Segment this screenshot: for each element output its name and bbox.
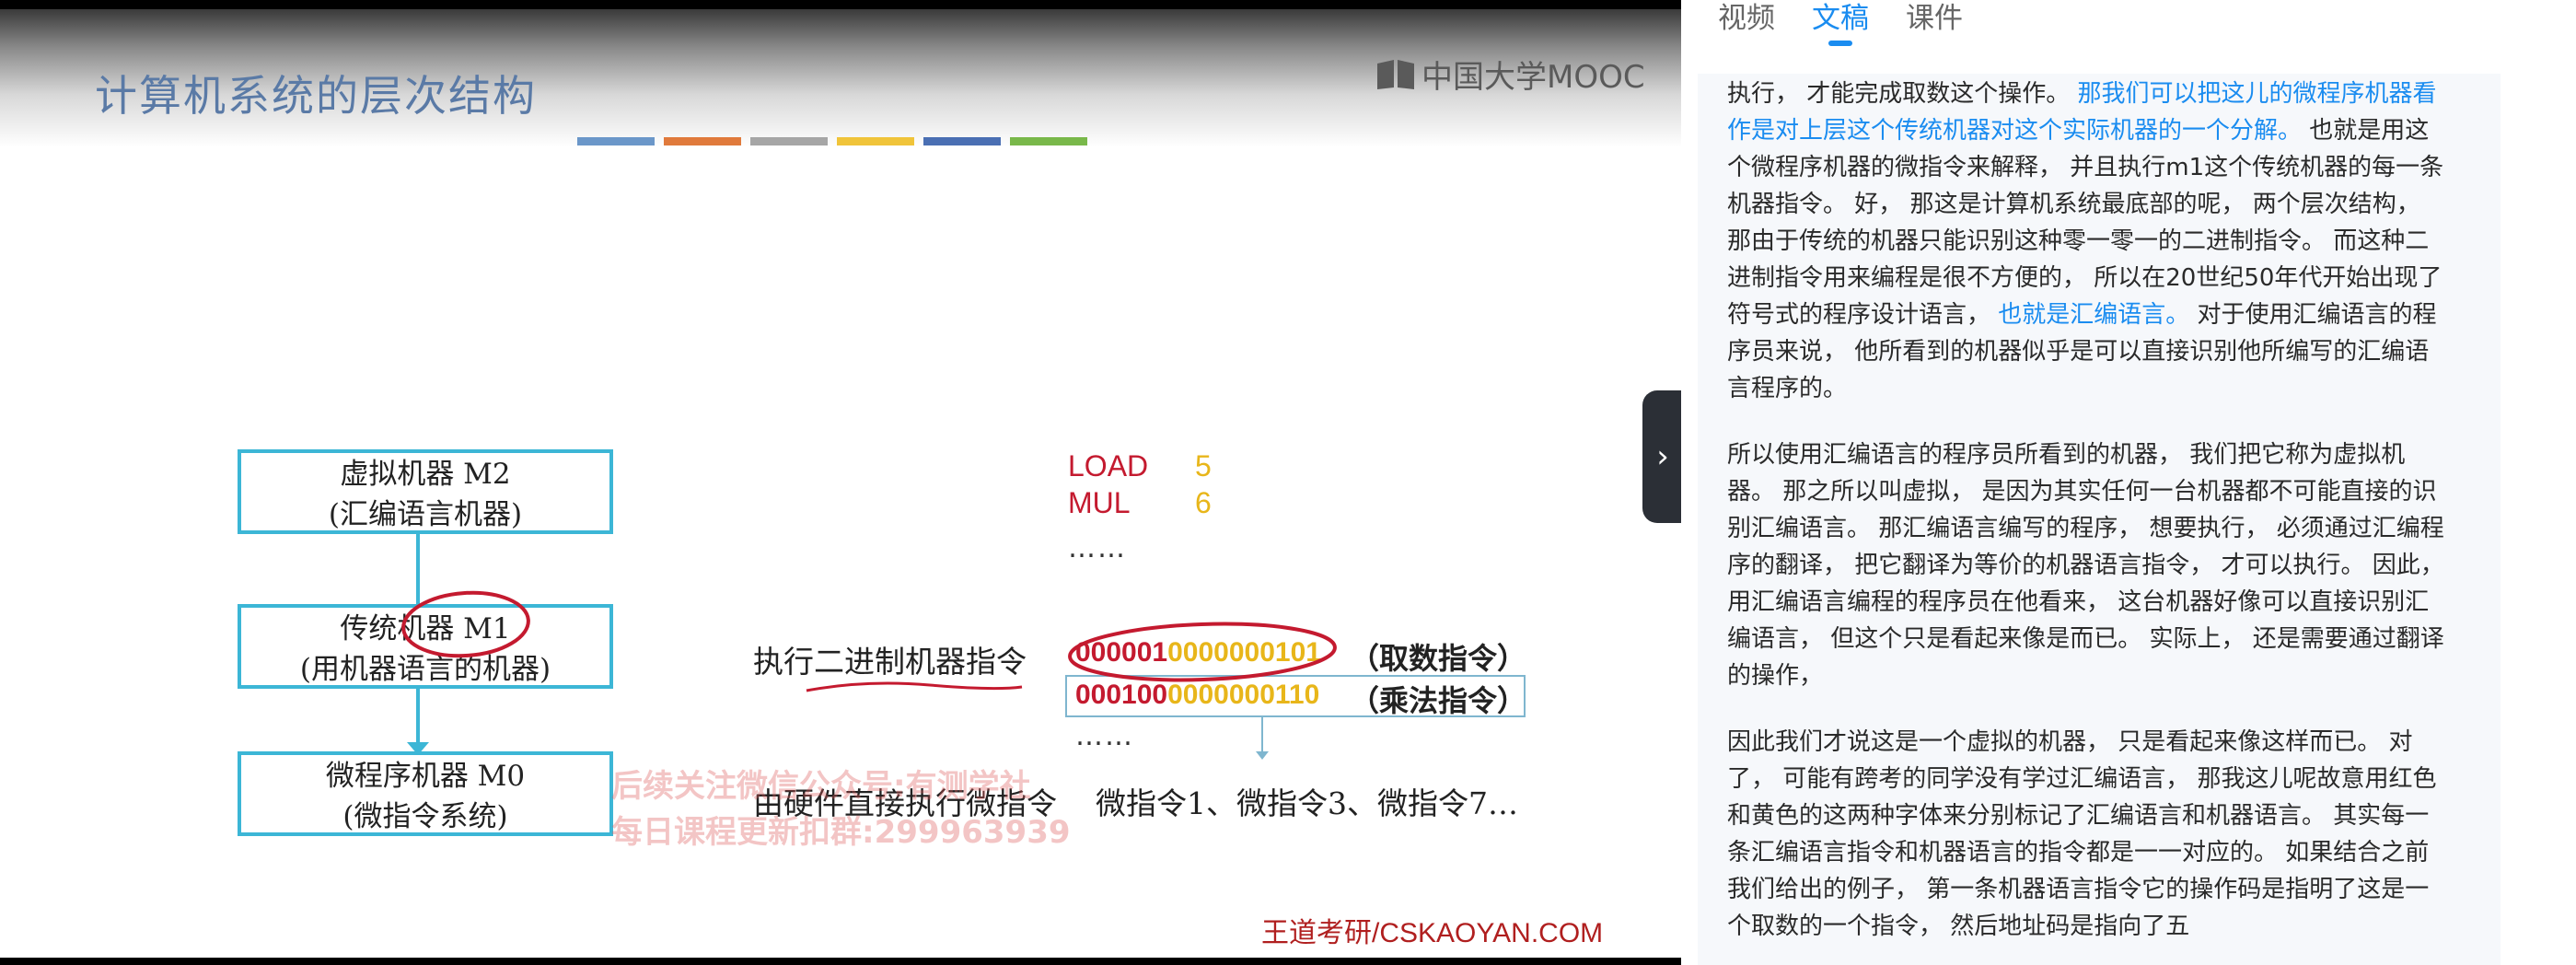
watermark-line1: 后续关注微信公众号:有测学社 bbox=[611, 768, 1031, 805]
tab-courseware[interactable]: 课件 bbox=[1906, 0, 1963, 37]
panel-toggle-button[interactable]: › bbox=[1642, 390, 1683, 523]
tab-video[interactable]: 视频 bbox=[1718, 0, 1775, 37]
panel-tabs: 视频 文稿 课件 bbox=[1718, 0, 1963, 37]
watermark-line2: 每日课程更新扣群:299963939 bbox=[611, 814, 1071, 851]
video-player[interactable]: 计算机系统的层次结构 中国大学MOOC 虚拟机器 M2 (汇编语言机器) 传统机… bbox=[0, 0, 1681, 965]
side-panel: 视频 文稿 课件 执行， 才能完成取数这个操作。 那我们可以把这儿的微程序机器看… bbox=[1681, 0, 2576, 965]
transcript-paragraph-2: 所以使用汇编语言的程序员所看到的机器， 我们把它称为虚拟机器。 那之所以叫虚拟，… bbox=[1727, 441, 2444, 690]
transcript-paragraph-3: 因此我们才说这是一个虚拟的机器， 只是看起来像这样而已。 对了， 可能有跨考的同… bbox=[1727, 728, 2437, 940]
transcript-highlight[interactable]: 也就是汇编语言。 bbox=[1998, 301, 2189, 329]
transcript-content: 执行， 才能完成取数这个操作。 那我们可以把这儿的微程序机器看作是对上层这个传统… bbox=[1727, 76, 2445, 965]
transcript-paragraph-1: 执行， 才能完成取数这个操作。 那我们可以把这儿的微程序机器看作是对上层这个传统… bbox=[1727, 76, 2445, 407]
lecture-slide: 计算机系统的层次结构 中国大学MOOC 虚拟机器 M2 (汇编语言机器) 传统机… bbox=[0, 9, 1681, 958]
source-credit: 王道考研/CSKAOYAN.COM bbox=[1261, 918, 1604, 948]
transcript-area[interactable]: 执行， 才能完成取数这个操作。 那我们可以把这儿的微程序机器看作是对上层这个传统… bbox=[1698, 74, 2501, 965]
chevron-right-icon: › bbox=[1656, 438, 1669, 475]
tab-transcript[interactable]: 文稿 bbox=[1812, 0, 1869, 37]
transcript-text: 也就是用这个微程序机器的微指令来解释， 并且执行m1这个传统机器的每一条机器指令… bbox=[1727, 117, 2444, 329]
transcript-text: 执行， 才能完成取数这个操作。 bbox=[1727, 80, 2078, 108]
